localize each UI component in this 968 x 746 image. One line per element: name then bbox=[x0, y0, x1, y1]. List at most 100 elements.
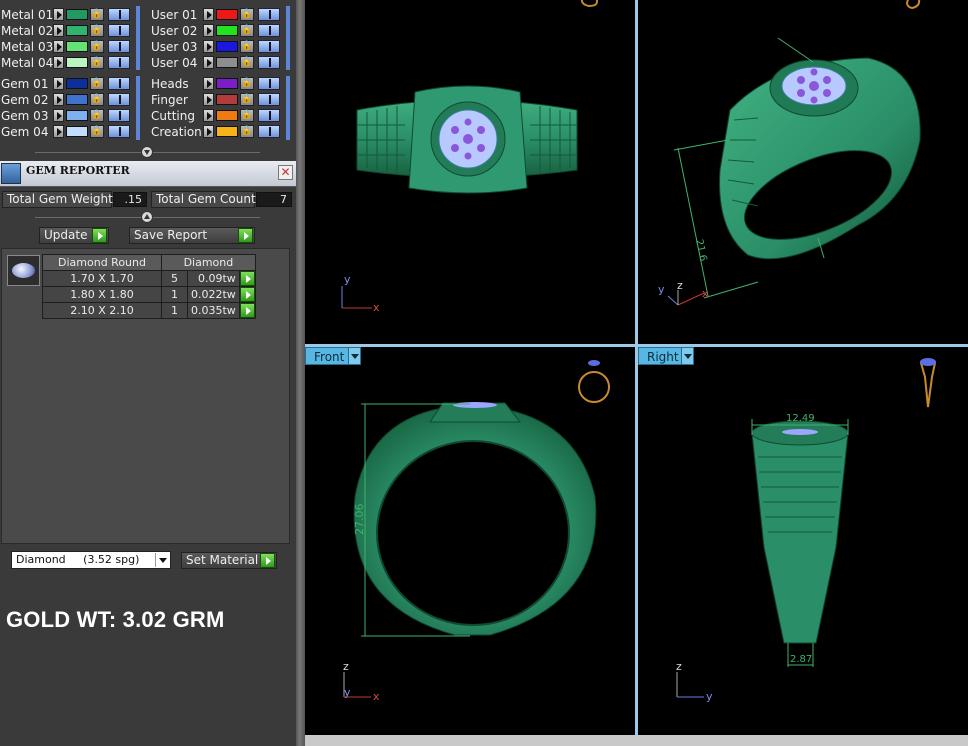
expand-icon[interactable] bbox=[53, 56, 64, 69]
expand-icon[interactable] bbox=[203, 56, 214, 69]
expand-icon[interactable] bbox=[203, 40, 214, 53]
visibility-icon[interactable] bbox=[108, 40, 130, 53]
material-row[interactable]: Gem 04 🔒 bbox=[1, 124, 137, 139]
material-row[interactable]: Metal 01 🔒 bbox=[1, 7, 137, 22]
lock-icon[interactable]: 🔒 bbox=[240, 77, 254, 90]
color-swatch[interactable] bbox=[66, 57, 88, 68]
visibility-icon[interactable] bbox=[258, 8, 280, 21]
color-swatch[interactable] bbox=[216, 94, 238, 105]
panel-splitter[interactable] bbox=[296, 0, 305, 746]
material-row[interactable]: Gem 02 🔒 bbox=[1, 92, 137, 107]
expand-icon[interactable] bbox=[203, 24, 214, 37]
color-swatch[interactable] bbox=[66, 94, 88, 105]
close-icon[interactable]: ✕ bbox=[278, 165, 293, 180]
lock-icon[interactable]: 🔒 bbox=[90, 40, 104, 53]
visibility-icon[interactable] bbox=[108, 56, 130, 69]
color-swatch[interactable] bbox=[216, 41, 238, 52]
expand-icon[interactable] bbox=[53, 125, 64, 138]
visibility-icon[interactable] bbox=[108, 125, 130, 138]
visibility-icon[interactable] bbox=[108, 109, 130, 122]
material-select[interactable]: Diamond (3.52 spg) bbox=[11, 551, 171, 569]
lock-icon[interactable]: 🔒 bbox=[90, 109, 104, 122]
expand-icon[interactable] bbox=[53, 24, 64, 37]
play-icon[interactable] bbox=[239, 271, 255, 286]
select-row-cell[interactable] bbox=[238, 270, 256, 287]
expand-icon[interactable] bbox=[203, 125, 214, 138]
material-row[interactable]: Metal 03 🔒 bbox=[1, 39, 137, 54]
color-swatch[interactable] bbox=[216, 25, 238, 36]
color-swatch[interactable] bbox=[66, 25, 88, 36]
viewport-top[interactable]: y x bbox=[305, 0, 635, 344]
lock-icon[interactable]: 🔒 bbox=[240, 24, 254, 37]
expand-icon[interactable] bbox=[203, 109, 214, 122]
chevron-down-icon[interactable] bbox=[155, 553, 169, 567]
visibility-icon[interactable] bbox=[258, 125, 280, 138]
color-swatch[interactable] bbox=[66, 41, 88, 52]
lock-icon[interactable]: 🔒 bbox=[240, 8, 254, 21]
lock-icon[interactable]: 🔒 bbox=[90, 24, 104, 37]
set-material-button[interactable]: Set Material bbox=[181, 552, 277, 569]
color-swatch[interactable] bbox=[216, 57, 238, 68]
visibility-icon[interactable] bbox=[258, 40, 280, 53]
select-row-cell[interactable] bbox=[238, 302, 256, 319]
tab-right[interactable]: Right bbox=[638, 347, 694, 365]
viewport-front[interactable]: 27.06 z y x Front bbox=[305, 347, 635, 735]
material-row[interactable]: Cutting 🔒 bbox=[151, 108, 287, 123]
chevron-down-icon[interactable] bbox=[348, 348, 360, 364]
expand-icon[interactable] bbox=[203, 77, 214, 90]
viewport-right[interactable]: 12.49 2.87 z y Right bbox=[638, 347, 968, 735]
material-row[interactable]: User 04 🔒 bbox=[151, 55, 287, 70]
play-icon[interactable] bbox=[239, 303, 255, 318]
color-swatch[interactable] bbox=[66, 126, 88, 137]
color-swatch[interactable] bbox=[66, 78, 88, 89]
visibility-icon[interactable] bbox=[258, 93, 280, 106]
visibility-icon[interactable] bbox=[258, 56, 280, 69]
chevron-down-icon[interactable] bbox=[681, 348, 693, 364]
lock-icon[interactable]: 🔒 bbox=[240, 56, 254, 69]
lock-icon[interactable]: 🔒 bbox=[90, 8, 104, 21]
material-row[interactable]: Finger 🔒 bbox=[151, 92, 287, 107]
color-swatch[interactable] bbox=[66, 110, 88, 121]
tab-front[interactable]: Front bbox=[305, 347, 361, 365]
lock-icon[interactable]: 🔒 bbox=[90, 77, 104, 90]
color-swatch[interactable] bbox=[216, 126, 238, 137]
lock-icon[interactable]: 🔒 bbox=[90, 56, 104, 69]
color-swatch[interactable] bbox=[216, 110, 238, 121]
lock-icon[interactable]: 🔒 bbox=[90, 93, 104, 106]
material-row[interactable]: Metal 02 🔒 bbox=[1, 23, 137, 38]
lock-icon[interactable]: 🔒 bbox=[240, 93, 254, 106]
collapse-reporter-button[interactable] bbox=[141, 211, 153, 223]
expand-icon[interactable] bbox=[53, 93, 64, 106]
lock-icon[interactable]: 🔒 bbox=[240, 125, 254, 138]
material-row[interactable]: User 03 🔒 bbox=[151, 39, 287, 54]
expand-icon[interactable] bbox=[53, 77, 64, 90]
play-icon[interactable] bbox=[239, 287, 255, 302]
color-swatch[interactable] bbox=[216, 9, 238, 20]
material-row[interactable]: Gem 01 🔒 bbox=[1, 76, 137, 91]
expand-icon[interactable] bbox=[203, 8, 214, 21]
select-row-cell[interactable] bbox=[238, 286, 256, 303]
visibility-icon[interactable] bbox=[258, 109, 280, 122]
material-row[interactable]: Gem 03 🔒 bbox=[1, 108, 137, 123]
expand-icon[interactable] bbox=[53, 8, 64, 21]
lock-icon[interactable]: 🔒 bbox=[90, 125, 104, 138]
lock-icon[interactable]: 🔒 bbox=[240, 109, 254, 122]
viewport-perspective[interactable]: 21.6 y z x bbox=[638, 0, 968, 344]
visibility-icon[interactable] bbox=[108, 24, 130, 37]
update-button[interactable]: Update bbox=[39, 227, 109, 244]
expand-icon[interactable] bbox=[203, 93, 214, 106]
visibility-icon[interactable] bbox=[108, 93, 130, 106]
material-row[interactable]: User 02 🔒 bbox=[151, 23, 287, 38]
visibility-icon[interactable] bbox=[258, 77, 280, 90]
collapse-materials-button[interactable] bbox=[141, 146, 153, 158]
save-report-button[interactable]: Save Report bbox=[129, 227, 255, 244]
color-swatch[interactable] bbox=[216, 78, 238, 89]
material-row[interactable]: Creation 🔒 bbox=[151, 124, 287, 139]
expand-icon[interactable] bbox=[53, 109, 64, 122]
visibility-icon[interactable] bbox=[108, 8, 130, 21]
visibility-icon[interactable] bbox=[258, 24, 280, 37]
material-row[interactable]: User 01 🔒 bbox=[151, 7, 287, 22]
visibility-icon[interactable] bbox=[108, 77, 130, 90]
expand-icon[interactable] bbox=[53, 40, 64, 53]
color-swatch[interactable] bbox=[66, 9, 88, 20]
